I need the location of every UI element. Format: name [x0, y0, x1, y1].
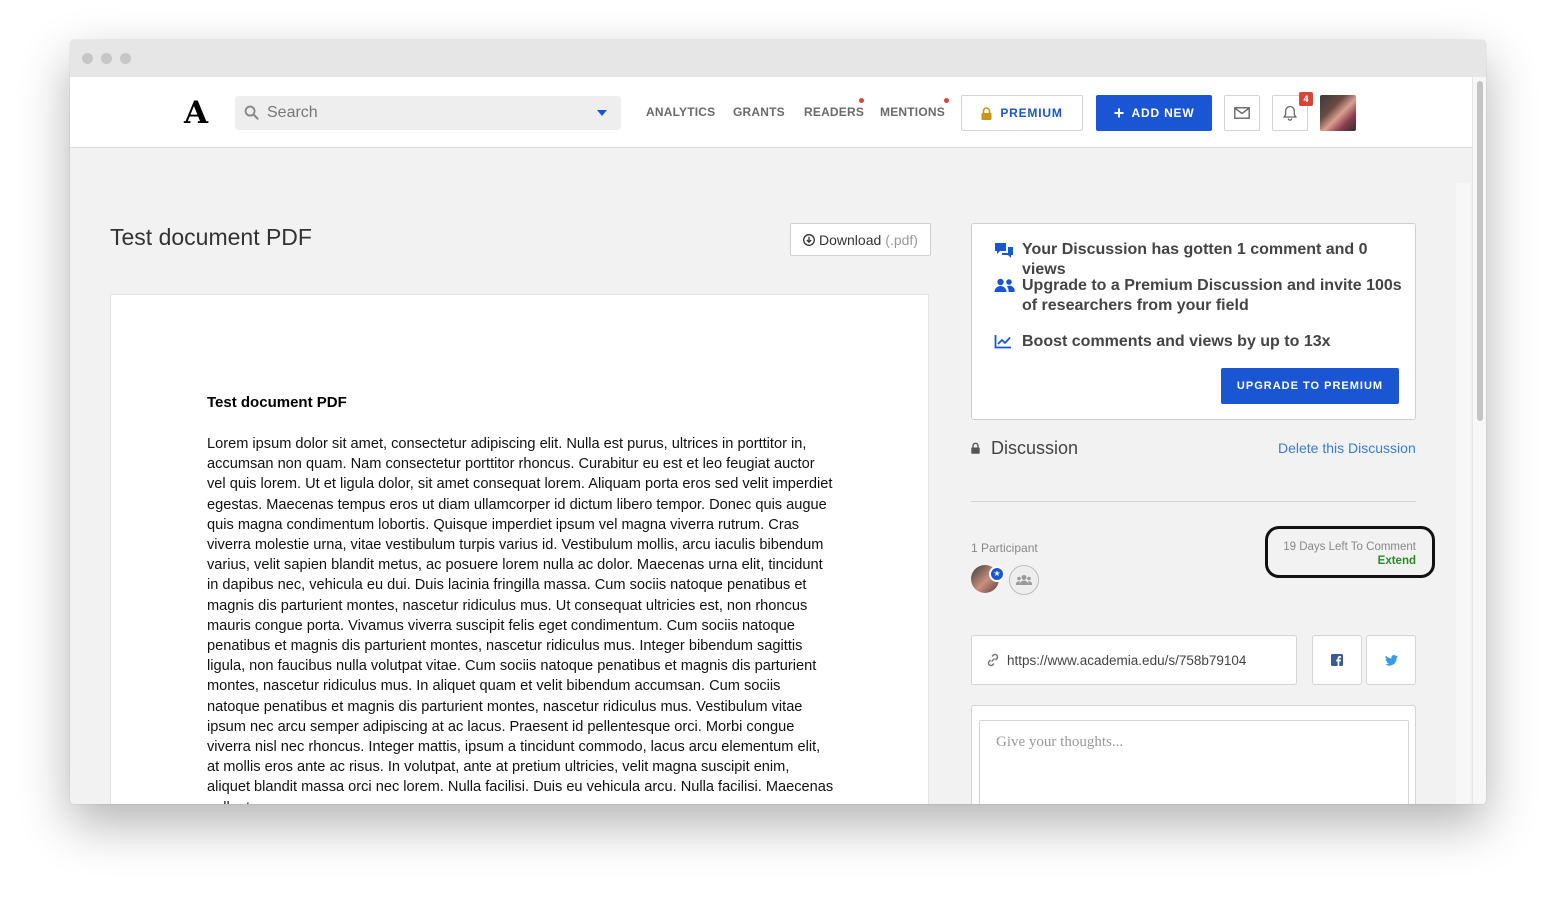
plus-icon	[1114, 108, 1124, 118]
pdf-body-text: Lorem ipsum dolor sit amet, consectetur …	[207, 436, 834, 804]
window-zoom-dot[interactable]	[120, 53, 131, 64]
academia-logo[interactable]: A	[184, 95, 208, 131]
window-scrollbar[interactable]	[1472, 77, 1486, 804]
page-title: Test document PDF	[110, 224, 312, 250]
promo-stats-text: Your Discussion has gotten 1 comment and…	[1022, 241, 1368, 278]
participants-count: 1 Participant	[971, 541, 1038, 555]
discussion-title: Discussion	[991, 438, 1079, 458]
premium-button-label: PREMIUM	[1000, 106, 1063, 120]
lock-icon	[971, 442, 980, 454]
days-left-text: 19 Days Left To Comment	[1283, 541, 1416, 553]
promo-boost-text: Boost comments and views by up to 13x	[1022, 333, 1331, 350]
premium-button[interactable]: PREMIUM	[961, 95, 1083, 131]
comment-textarea[interactable]	[979, 720, 1409, 804]
search-bar[interactable]	[235, 96, 621, 130]
mentions-alert-dot	[944, 98, 949, 103]
section-divider	[971, 501, 1416, 502]
twitter-share-button[interactable]	[1366, 635, 1416, 685]
top-navbar: A ANALYTICS GRANTS READERS MENTIONS PREM…	[70, 77, 1472, 148]
nav-mentions[interactable]: MENTIONS	[880, 105, 945, 119]
facebook-share-button[interactable]	[1312, 635, 1362, 685]
messages-button[interactable]	[1224, 95, 1260, 131]
notifications-count-badge: 4	[1299, 92, 1313, 106]
add-new-button[interactable]: ADD NEW	[1096, 95, 1212, 131]
group-icon	[1016, 575, 1032, 585]
envelope-icon	[1234, 107, 1250, 119]
twitter-icon	[1384, 654, 1398, 666]
user-avatar[interactable]	[1320, 95, 1356, 131]
search-icon	[244, 105, 259, 120]
extend-link[interactable]: Extend	[1279, 555, 1416, 567]
share-link-field[interactable]	[971, 635, 1297, 685]
nav-grants[interactable]: GRANTS	[733, 105, 785, 119]
facebook-icon	[1331, 654, 1343, 666]
invite-group-button[interactable]	[1009, 565, 1039, 595]
users-icon	[994, 278, 1015, 292]
pdf-heading: Test document PDF	[207, 394, 347, 411]
star-badge-icon: ★	[989, 566, 1005, 582]
window-minimize-dot[interactable]	[101, 53, 112, 64]
promo-invite-text: Upgrade to a Premium Discussion and invi…	[1022, 277, 1402, 314]
link-icon	[987, 653, 999, 667]
premium-promo-card: Your Discussion has gotten 1 comment and…	[971, 223, 1416, 420]
download-button[interactable]: Download (.pdf)	[790, 223, 931, 256]
add-new-button-label: ADD NEW	[1131, 106, 1195, 120]
search-dropdown-caret-icon[interactable]	[597, 110, 607, 116]
pdf-page-preview: Test document PDF Lorem ipsum dolor sit …	[110, 294, 929, 804]
window-scrollbar-thumb[interactable]	[1477, 81, 1483, 421]
browser-window: A ANALYTICS GRANTS READERS MENTIONS PREM…	[70, 40, 1486, 804]
delete-discussion-link[interactable]: Delete this Discussion	[1278, 440, 1416, 456]
chat-bubbles-icon	[995, 243, 1013, 258]
download-circle-icon	[803, 233, 815, 246]
window-titlebar	[70, 40, 1486, 77]
trend-chart-icon	[994, 335, 1011, 349]
upgrade-to-premium-button[interactable]: UPGRADE TO PREMIUM	[1221, 368, 1399, 404]
share-url-input[interactable]	[1007, 636, 1269, 684]
download-file-extension: (.pdf)	[885, 231, 918, 248]
search-input[interactable]	[267, 96, 587, 130]
nav-analytics[interactable]: ANALYTICS	[646, 105, 715, 119]
bell-icon	[1283, 105, 1297, 121]
window-close-dot[interactable]	[82, 53, 93, 64]
readers-alert-dot	[859, 98, 864, 103]
nav-readers[interactable]: READERS	[804, 105, 864, 119]
content-scrollbar[interactable]	[1456, 183, 1470, 804]
lock-icon	[981, 106, 992, 120]
download-button-label: Download	[819, 231, 882, 248]
